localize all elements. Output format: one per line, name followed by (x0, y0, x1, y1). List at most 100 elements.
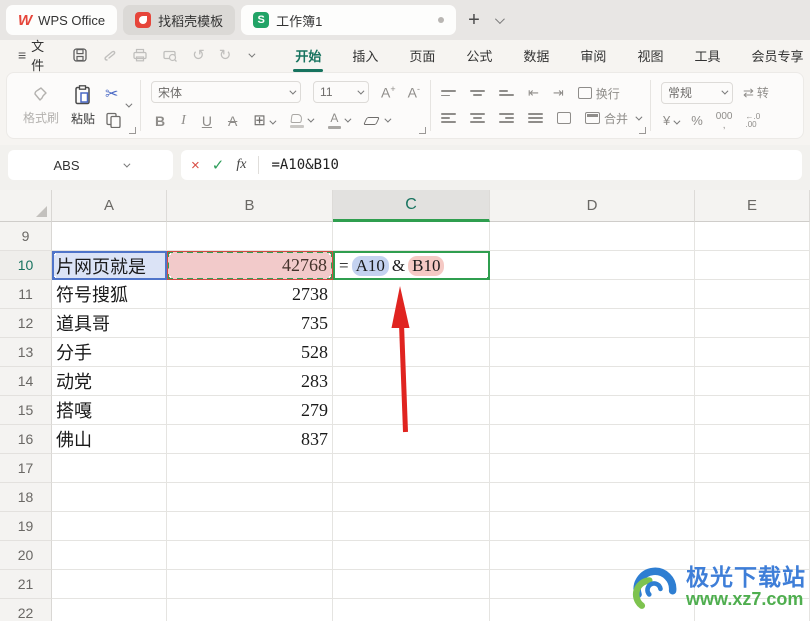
row-header-12[interactable]: 12 (0, 309, 52, 338)
cell-a17[interactable] (52, 454, 167, 483)
save-icon[interactable] (72, 47, 88, 63)
cell-b11[interactable]: 2738 (167, 280, 333, 309)
row-header-19[interactable]: 19 (0, 512, 52, 541)
cell-b14[interactable]: 283 (167, 367, 333, 396)
tab-tools[interactable]: 工具 (692, 41, 722, 70)
font-color-button[interactable]: A (327, 112, 352, 129)
cell-b19[interactable] (167, 512, 333, 541)
cell-c10-editing[interactable]: = A10 & B10 (333, 251, 490, 280)
docer-template-tab[interactable]: 找稻壳模板 (123, 5, 236, 35)
reference-handle-icon[interactable] (54, 276, 56, 278)
currency-format-button[interactable]: ¥ (663, 112, 681, 130)
row-header-16[interactable]: 16 (0, 425, 52, 454)
row-header-15[interactable]: 15 (0, 396, 52, 425)
quick-access-chevron-down-icon[interactable] (248, 50, 256, 58)
cell-c20[interactable] (333, 541, 490, 570)
print-icon[interactable] (132, 47, 148, 63)
column-header-c[interactable]: C (333, 190, 490, 222)
cell-c22[interactable] (333, 599, 490, 621)
cell-c9[interactable] (333, 222, 490, 251)
tab-member[interactable]: 会员专享 (749, 41, 805, 70)
fill-color-button[interactable] (289, 113, 315, 128)
row-header-14[interactable]: 14 (0, 367, 52, 396)
tab-insert[interactable]: 插入 (350, 41, 380, 70)
select-all-button[interactable] (0, 190, 52, 222)
reference-handle-icon[interactable] (54, 253, 56, 255)
print-preview-icon[interactable] (162, 47, 178, 63)
column-header-d[interactable]: D (490, 190, 695, 222)
underline-button[interactable]: U (202, 113, 212, 129)
align-right-icon[interactable] (498, 113, 514, 123)
clear-format-button[interactable] (363, 115, 392, 125)
cell-e15[interactable] (695, 396, 810, 425)
increase-font-size-button[interactable]: A+ (381, 84, 396, 101)
new-tab-button[interactable]: + (462, 6, 486, 34)
borders-button[interactable]: ⊞ (253, 111, 277, 130)
increase-indent-icon[interactable]: ⇥ (553, 85, 564, 101)
font-family-select[interactable]: 宋体 (151, 81, 302, 103)
row-header-11[interactable]: 11 (0, 280, 52, 309)
merge-cells-button[interactable]: 合并 (584, 110, 643, 127)
italic-button[interactable]: I (181, 113, 186, 129)
cell-b21[interactable] (167, 570, 333, 599)
cell-b10-referenced[interactable]: 42768 (167, 251, 333, 280)
wps-office-home-tab[interactable]: W WPS Office (6, 5, 118, 35)
redo-icon[interactable]: ↻ (219, 46, 232, 64)
cell-a16[interactable]: 佛山 (52, 425, 167, 454)
cell-a14[interactable]: 动党 (52, 367, 167, 396)
cancel-entry-icon[interactable]: × (191, 157, 200, 174)
copy-icon[interactable] (105, 112, 123, 128)
confirm-entry-icon[interactable]: ✓ (212, 156, 225, 174)
tab-review[interactable]: 审阅 (578, 41, 608, 70)
cell-e18[interactable] (695, 483, 810, 512)
cell-a15[interactable]: 搭嘎 (52, 396, 167, 425)
paste-button[interactable]: 粘贴 (65, 84, 101, 127)
tab-data[interactable]: 数据 (521, 41, 551, 70)
percent-format-icon[interactable]: % (691, 113, 703, 128)
row-header-9[interactable]: 9 (0, 222, 52, 251)
tab-list-chevron-down-icon[interactable] (494, 13, 505, 24)
clipboard-dialog-launcher-icon[interactable] (129, 127, 137, 134)
cell-e13[interactable] (695, 338, 810, 367)
cell-a21[interactable] (52, 570, 167, 599)
cell-d14[interactable] (490, 367, 695, 396)
tab-home[interactable]: 开始 (293, 41, 324, 72)
cell-d18[interactable] (490, 483, 695, 512)
align-bottom-icon[interactable] (498, 90, 514, 96)
cell-e16[interactable] (695, 425, 810, 454)
alignment-dialog-launcher-icon[interactable] (639, 127, 646, 134)
cut-icon[interactable]: ✂ (105, 84, 123, 104)
row-header-17[interactable]: 17 (0, 454, 52, 483)
cell-c21[interactable] (333, 570, 490, 599)
cell-c18[interactable] (333, 483, 490, 512)
orientation-icon[interactable] (556, 112, 571, 124)
row-header-18[interactable]: 18 (0, 483, 52, 512)
cell-b12[interactable]: 735 (167, 309, 333, 338)
tab-formulas[interactable]: 公式 (464, 41, 494, 70)
cell-b20[interactable] (167, 541, 333, 570)
font-dialog-launcher-icon[interactable] (418, 127, 426, 134)
row-header-20[interactable]: 20 (0, 541, 52, 570)
row-header-10[interactable]: 10 (0, 251, 52, 280)
output-share-icon[interactable] (102, 47, 118, 63)
tab-view[interactable]: 视图 (635, 41, 665, 70)
column-header-a[interactable]: A (52, 190, 167, 222)
number-format-select[interactable]: 常规 (661, 81, 733, 104)
align-top-icon[interactable] (440, 89, 456, 97)
cell-d19[interactable] (490, 512, 695, 541)
cell-a11[interactable]: 符号搜狐 (52, 280, 167, 309)
bold-button[interactable]: B (155, 113, 165, 129)
cell-d13[interactable] (490, 338, 695, 367)
cell-a13[interactable]: 分手 (52, 338, 167, 367)
cell-b16[interactable]: 837 (167, 425, 333, 454)
cell-a20[interactable] (52, 541, 167, 570)
formula-input-area[interactable]: × ✓ fx =A10&B10 (181, 150, 802, 180)
justify-icon[interactable] (527, 113, 543, 123)
reference-handle-icon[interactable] (169, 253, 171, 255)
cell-e9[interactable] (695, 222, 810, 251)
undo-icon[interactable]: ↺ (192, 46, 205, 64)
cell-a22[interactable] (52, 599, 167, 621)
decimal-adjust-icon[interactable]: ←.0.00 (745, 112, 760, 129)
formula-text[interactable]: =A10&B10 (271, 157, 338, 173)
name-box[interactable]: ABS (8, 150, 173, 180)
